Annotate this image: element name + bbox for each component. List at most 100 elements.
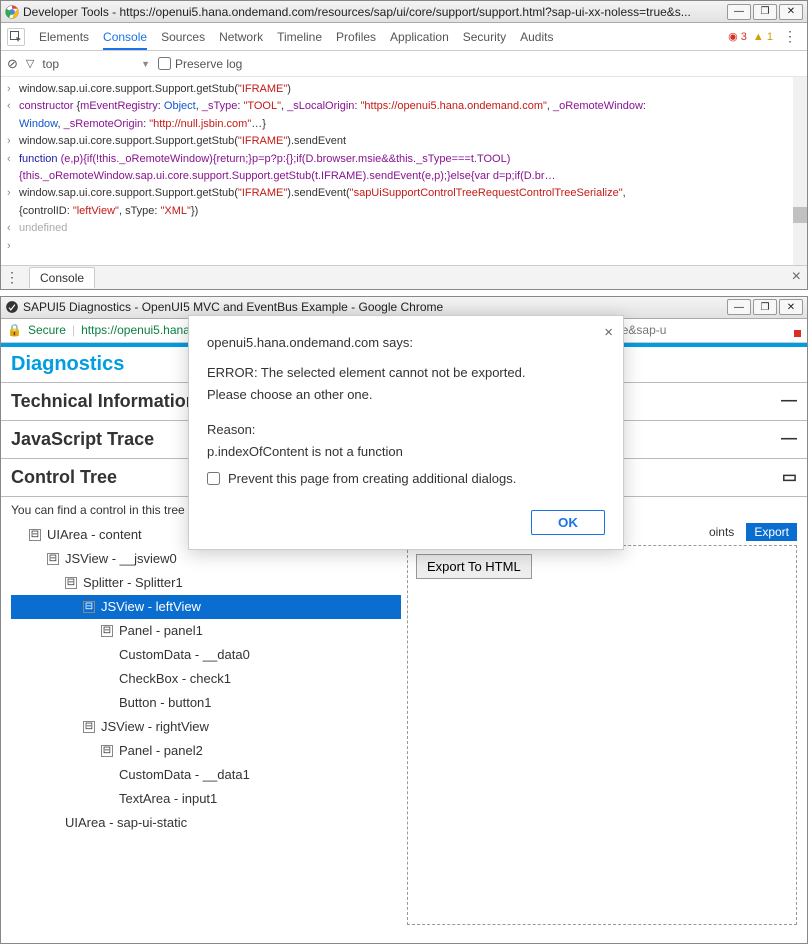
- dialog-reason: p.indexOfContent is not a function: [207, 443, 605, 461]
- window-minimize[interactable]: —: [727, 299, 751, 315]
- console-line: {this._oRemoteWindow.sap.ui.core.support…: [7, 168, 801, 185]
- console-text: window.sap.ui.core.support.Support.getSt…: [19, 186, 801, 201]
- tree-node[interactable]: ⊟ Splitter - Splitter1: [11, 571, 401, 595]
- dialog-title: openui5.hana.ondemand.com says:: [207, 334, 605, 352]
- devtools-title: Developer Tools - https://openui5.hana.o…: [23, 5, 727, 19]
- tab-breakpoints[interactable]: oints: [701, 523, 742, 541]
- tab-console[interactable]: Console: [103, 24, 147, 50]
- tree-node[interactable]: ⊟ JSView - leftView: [11, 595, 401, 619]
- export-panel: Export To HTML: [407, 545, 797, 925]
- console-output[interactable]: ›window.sap.ui.core.support.Support.getS…: [1, 77, 807, 265]
- prevent-dialogs-label: Prevent this page from creating addition…: [228, 471, 516, 486]
- console-chevron: ›: [7, 186, 19, 201]
- console-line: ›window.sap.ui.core.support.Support.getS…: [7, 133, 801, 150]
- context-selector[interactable]: top ▼: [42, 57, 150, 71]
- alert-dialog: × openui5.hana.ondemand.com says: ERROR:…: [188, 315, 624, 550]
- control-tree[interactable]: ⊟UIArea - content⊟JSView - __jsview0⊟Spl…: [11, 523, 401, 835]
- preserve-log[interactable]: Preserve log: [158, 57, 242, 71]
- inspect-icon[interactable]: [7, 28, 25, 46]
- tree-expander-icon[interactable]: ⊟: [47, 553, 59, 565]
- tree-expander-icon[interactable]: ⊟: [29, 529, 41, 541]
- secure-label: Secure: [28, 323, 66, 337]
- console-text: {controlID: "leftView", sType: "XML"}): [19, 204, 801, 219]
- tree-node[interactable]: CheckBox - check1: [11, 667, 401, 691]
- preserve-log-checkbox[interactable]: [158, 57, 171, 70]
- diag-title: SAPUI5 Diagnostics - OpenUI5 MVC and Eve…: [23, 300, 727, 314]
- tree-expander-icon[interactable]: ⊟: [65, 577, 77, 589]
- devtools-tabrow: Elements Console Sources Network Timeline Pro…: [1, 23, 807, 51]
- scrollbar-thumb[interactable]: [793, 207, 807, 223]
- warning-count[interactable]: ▲ 1: [753, 31, 773, 43]
- ok-button[interactable]: OK: [531, 510, 605, 535]
- console-toolbar: ⊘ ▽ top ▼ Preserve log: [1, 51, 807, 77]
- window-icon[interactable]: ▭: [782, 467, 797, 487]
- tree-node-label: TextArea - input1: [119, 791, 217, 806]
- prevent-dialogs-checkbox[interactable]: [207, 472, 220, 485]
- lock-icon: 🔒: [7, 323, 22, 337]
- window-maximize[interactable]: ❐: [753, 299, 777, 315]
- sapui5-icon: [5, 300, 19, 314]
- filter-icon[interactable]: ▽: [26, 57, 34, 70]
- chevron-down-icon: ▼: [141, 59, 150, 69]
- tree-node[interactable]: ⊟JSView - rightView: [11, 715, 401, 739]
- collapse-icon[interactable]: —: [781, 392, 797, 410]
- tree-node-label: JSView - leftView: [101, 599, 201, 614]
- tree-node-label: CustomData - __data0: [119, 647, 250, 662]
- console-text: function (e,p){if(!this._oRemoteWindow){…: [19, 152, 801, 167]
- tree-node-label: CustomData - __data1: [119, 767, 250, 782]
- console-line: {controlID: "leftView", sType: "XML"}): [7, 203, 801, 220]
- tab-application[interactable]: Application: [390, 24, 449, 50]
- dialog-reason-label: Reason:: [207, 421, 605, 439]
- tree-node[interactable]: CustomData - __data0: [11, 643, 401, 667]
- tab-security[interactable]: Security: [463, 24, 506, 50]
- tree-node[interactable]: CustomData - __data1: [11, 763, 401, 787]
- tree-node[interactable]: UIArea - sap-ui-static: [11, 811, 401, 835]
- tree-expander-icon[interactable]: ⊟: [101, 625, 113, 637]
- tree-node-label: Button - button1: [119, 695, 212, 710]
- export-to-html-button[interactable]: Export To HTML: [416, 554, 532, 579]
- tab-network[interactable]: Network: [219, 24, 263, 50]
- drawer-menu-icon[interactable]: ⋮: [1, 269, 23, 286]
- tab-profiles[interactable]: Profiles: [336, 24, 376, 50]
- tree-node[interactable]: ⊟JSView - __jsview0: [11, 547, 401, 571]
- console-text: window.sap.ui.core.support.Support.getSt…: [19, 82, 801, 97]
- devtools-titlebar: Developer Tools - https://openui5.hana.o…: [1, 1, 807, 23]
- tab-audits[interactable]: Audits: [520, 24, 553, 50]
- clear-console-icon[interactable]: ⊘: [7, 56, 18, 72]
- tree-node-label: UIArea - content: [47, 527, 142, 542]
- chrome-icon: [5, 5, 19, 19]
- tree-expander-icon[interactable]: ⊟: [83, 721, 95, 733]
- devtools-window: Developer Tools - https://openui5.hana.o…: [0, 0, 808, 290]
- tab-elements[interactable]: Elements: [39, 24, 89, 50]
- window-maximize[interactable]: ❐: [753, 4, 777, 20]
- scrollbar[interactable]: [793, 77, 807, 265]
- error-count[interactable]: ◉ 3: [728, 30, 747, 43]
- collapse-icon[interactable]: —: [781, 430, 797, 448]
- window-minimize[interactable]: —: [727, 4, 751, 20]
- tree-expander-icon[interactable]: ⊟: [101, 745, 113, 757]
- dialog-line2: Please choose an other one.: [207, 386, 605, 404]
- window-close[interactable]: ✕: [779, 4, 803, 20]
- tree-node[interactable]: ⊟ Panel - panel2: [11, 739, 401, 763]
- console-text: undefined: [19, 221, 801, 236]
- tree-node-label: Splitter - Splitter1: [83, 575, 183, 590]
- console-line: ›: [7, 238, 801, 255]
- tab-timeline[interactable]: Timeline: [277, 24, 322, 50]
- tree-expander-icon[interactable]: ⊟: [83, 601, 95, 613]
- console-text: window.sap.ui.core.support.Support.getSt…: [19, 134, 801, 149]
- drawer-tab-console[interactable]: Console: [29, 267, 95, 288]
- console-text: {this._oRemoteWindow.sap.ui.core.support…: [19, 169, 801, 184]
- window-close[interactable]: ✕: [779, 299, 803, 315]
- console-chevron: ›: [7, 82, 19, 97]
- devtools-menu-icon[interactable]: ⋮: [779, 28, 801, 45]
- dialog-close-icon[interactable]: ×: [604, 324, 613, 341]
- tree-node[interactable]: TextArea - input1: [11, 787, 401, 811]
- drawer-close-icon[interactable]: ×: [792, 268, 801, 286]
- tab-sources[interactable]: Sources: [161, 24, 205, 50]
- console-text: Window, _sRemoteOrigin: "http://null.jsb…: [19, 117, 801, 132]
- tab-export[interactable]: Export: [746, 523, 797, 541]
- tree-node[interactable]: ⊟Panel - panel1: [11, 619, 401, 643]
- tree-node[interactable]: Button - button1: [11, 691, 401, 715]
- tree-node-label: UIArea - sap-ui-static: [65, 815, 187, 830]
- tree-node-label: Panel - panel2: [119, 743, 203, 758]
